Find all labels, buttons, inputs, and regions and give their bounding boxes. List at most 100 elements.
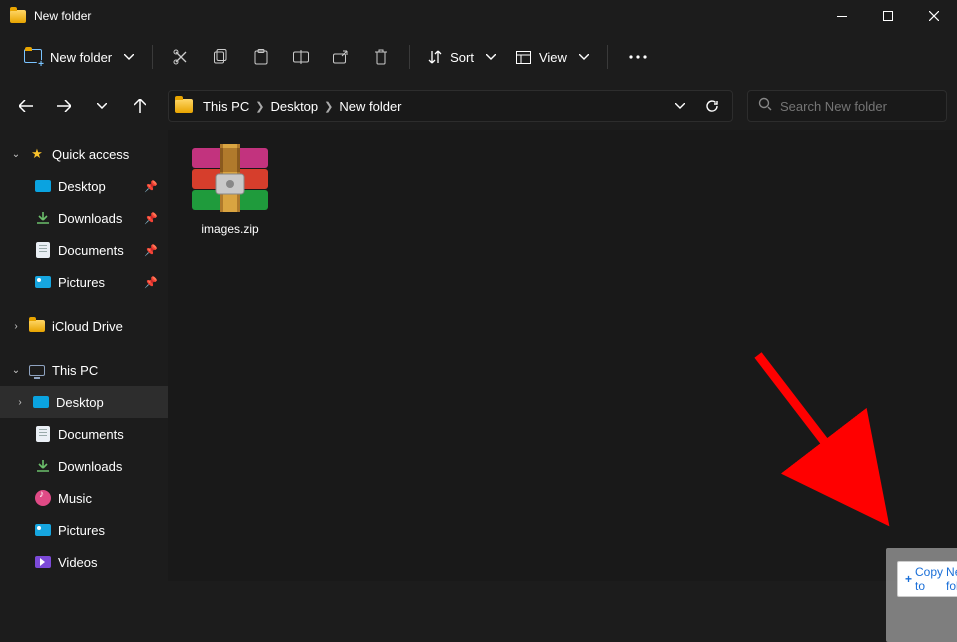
minimize-button[interactable] (819, 0, 865, 32)
sidebar-label: Pictures (58, 523, 105, 538)
chevron-right-icon: › (14, 397, 26, 408)
drag-tooltip-action: Copy to (915, 565, 943, 593)
back-button[interactable] (10, 90, 42, 122)
archive-icon (188, 144, 272, 216)
music-icon (35, 490, 51, 506)
sidebar-item-this-pc[interactable]: ⌄ This PC (0, 354, 168, 386)
sidebar-label: Videos (58, 555, 98, 570)
recent-button[interactable] (86, 90, 118, 122)
chevron-right-icon: ❯ (253, 100, 266, 113)
pictures-icon (35, 276, 51, 288)
rename-button[interactable] (281, 39, 321, 75)
chevron-down-icon: ⌄ (10, 149, 22, 160)
more-button[interactable] (616, 39, 660, 75)
copy-icon (214, 49, 229, 65)
view-button[interactable]: View (506, 39, 599, 75)
toolbar: + New folder Sort View (0, 32, 957, 82)
sidebar-item-quick-access[interactable]: ⌄ ★ Quick access (0, 138, 168, 170)
pc-icon (29, 365, 45, 376)
chevron-down-icon (486, 54, 496, 60)
pictures-icon (35, 524, 51, 536)
sort-icon (428, 50, 442, 64)
documents-icon (36, 426, 50, 442)
cut-button[interactable] (161, 39, 201, 75)
scissors-icon (173, 49, 189, 65)
sidebar-label: Downloads (58, 211, 122, 226)
folder-icon (10, 10, 26, 23)
sidebar-label: Quick access (52, 147, 129, 162)
desktop-icon (35, 180, 51, 192)
chevron-down-icon (579, 54, 589, 60)
sidebar-item-desktop[interactable]: Desktop 📌 (0, 170, 168, 202)
folder-icon (175, 99, 193, 113)
rename-icon (293, 50, 309, 64)
share-icon (333, 50, 349, 64)
pin-icon: 📌 (144, 212, 158, 225)
copy-button[interactable] (201, 39, 241, 75)
sort-button[interactable]: Sort (418, 39, 506, 75)
search-box[interactable] (747, 90, 947, 122)
up-button[interactable] (124, 90, 156, 122)
sidebar-item-icloud[interactable]: › iCloud Drive (0, 310, 168, 342)
sidebar-label: Documents (58, 243, 124, 258)
plus-icon: + (905, 572, 912, 586)
folder-icon (29, 320, 45, 332)
sidebar-item-downloads[interactable]: Downloads (0, 450, 168, 482)
sidebar-item-documents[interactable]: Documents (0, 418, 168, 450)
star-icon: ★ (31, 146, 43, 162)
sort-label: Sort (450, 50, 474, 65)
pin-icon: 📌 (144, 180, 158, 193)
search-input[interactable] (780, 99, 936, 114)
sidebar-item-videos[interactable]: Videos (0, 546, 168, 578)
delete-button[interactable] (361, 39, 401, 75)
address-dropdown-button[interactable] (666, 92, 694, 120)
new-folder-button[interactable]: + New folder (10, 39, 144, 75)
sidebar-label: Desktop (56, 395, 104, 410)
close-button[interactable] (911, 0, 957, 32)
drag-tooltip-target: New folder (946, 565, 957, 593)
sidebar-label: Documents (58, 427, 124, 442)
downloads-icon (34, 458, 52, 474)
file-item[interactable]: images.zip (182, 144, 278, 236)
search-icon (758, 97, 772, 116)
chevron-right-icon: › (10, 321, 22, 332)
share-button[interactable] (321, 39, 361, 75)
desktop-icon (33, 396, 49, 408)
sidebar-label: Desktop (58, 179, 106, 194)
address-bar[interactable]: This PC ❯ Desktop ❯ New folder (168, 90, 733, 122)
documents-icon (36, 242, 50, 258)
file-name: images.zip (201, 222, 258, 236)
window-controls (819, 0, 957, 32)
refresh-button[interactable] (698, 92, 726, 120)
view-label: View (539, 50, 567, 65)
breadcrumb-segment[interactable]: Desktop (266, 99, 322, 114)
chevron-down-icon: ⌄ (10, 365, 22, 376)
title-bar: New folder (0, 0, 957, 32)
maximize-button[interactable] (865, 0, 911, 32)
breadcrumb-segment[interactable]: New folder (335, 99, 405, 114)
navigation-sidebar: ⌄ ★ Quick access Desktop 📌 Downloads 📌 D… (0, 130, 168, 581)
sidebar-label: This PC (52, 363, 98, 378)
forward-button[interactable] (48, 90, 80, 122)
sidebar-item-desktop[interactable]: › Desktop (0, 386, 168, 418)
sidebar-item-pictures[interactable]: Pictures (0, 514, 168, 546)
annotation-arrow (748, 345, 918, 545)
sidebar-label: Downloads (58, 459, 122, 474)
sidebar-item-documents[interactable]: Documents 📌 (0, 234, 168, 266)
downloads-icon (34, 210, 52, 226)
sidebar-item-pictures[interactable]: Pictures 📌 (0, 266, 168, 298)
videos-icon (35, 556, 51, 568)
chevron-right-icon: ❯ (322, 100, 335, 113)
chevron-down-icon (124, 54, 134, 60)
breadcrumb-segment[interactable]: This PC (199, 99, 253, 114)
file-content-area[interactable]: images.zip + Copy to New folder (168, 130, 957, 581)
new-folder-label: New folder (50, 50, 112, 65)
paste-button[interactable] (241, 39, 281, 75)
window-title: New folder (34, 9, 819, 23)
sidebar-item-downloads[interactable]: Downloads 📌 (0, 202, 168, 234)
sidebar-item-music[interactable]: Music (0, 482, 168, 514)
pin-icon: 📌 (144, 276, 158, 289)
sidebar-label: Pictures (58, 275, 105, 290)
view-icon (516, 51, 531, 64)
trash-icon (374, 49, 388, 65)
